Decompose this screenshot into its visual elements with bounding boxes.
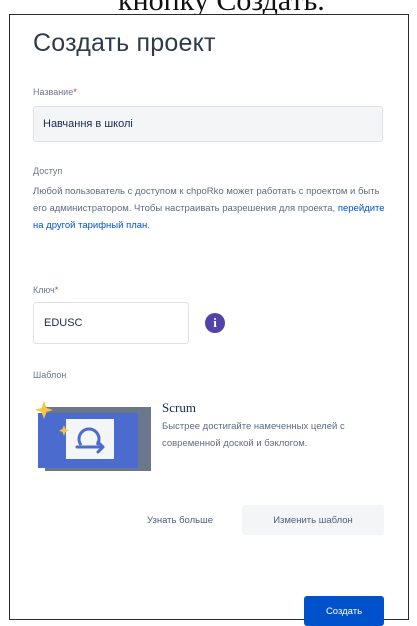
project-key-input[interactable] [33,302,189,344]
info-icon[interactable]: i [205,313,225,333]
scrum-template-illustration [35,401,151,471]
name-label-text: Название [33,87,74,97]
required-mark: * [54,285,59,295]
template-name: Scrum [162,400,196,415]
template-description: Быстрее достигайте намеченных целей с со… [162,421,345,449]
illustration-screen [66,419,114,459]
access-text: Любой пользователь с доступом к chpoRko … [33,186,380,214]
learn-more-button[interactable]: Узнать больше [124,505,236,535]
template-label: Шаблон [33,370,67,380]
access-label: Доступ [33,166,63,176]
key-label-text: Ключ [33,285,55,295]
create-project-dialog: Создать проект Название* Доступ Любой по… [9,14,409,626]
dialog-title: Создать проект [33,29,216,57]
access-text-end: . [147,220,150,231]
change-template-button[interactable]: Изменить шаблон [242,505,384,535]
key-field-label: Ключ* [33,285,58,295]
name-field-label: Название* [33,87,77,97]
access-description: Любой пользователь с доступом к chpoRko … [33,183,385,234]
background-heading-fragment: кнопку Создать. [0,0,417,14]
project-name-input[interactable] [33,106,383,142]
required-mark: * [73,87,77,97]
background-heading-text: кнопку Создать. [118,0,325,14]
create-button[interactable]: Создать [304,596,384,626]
